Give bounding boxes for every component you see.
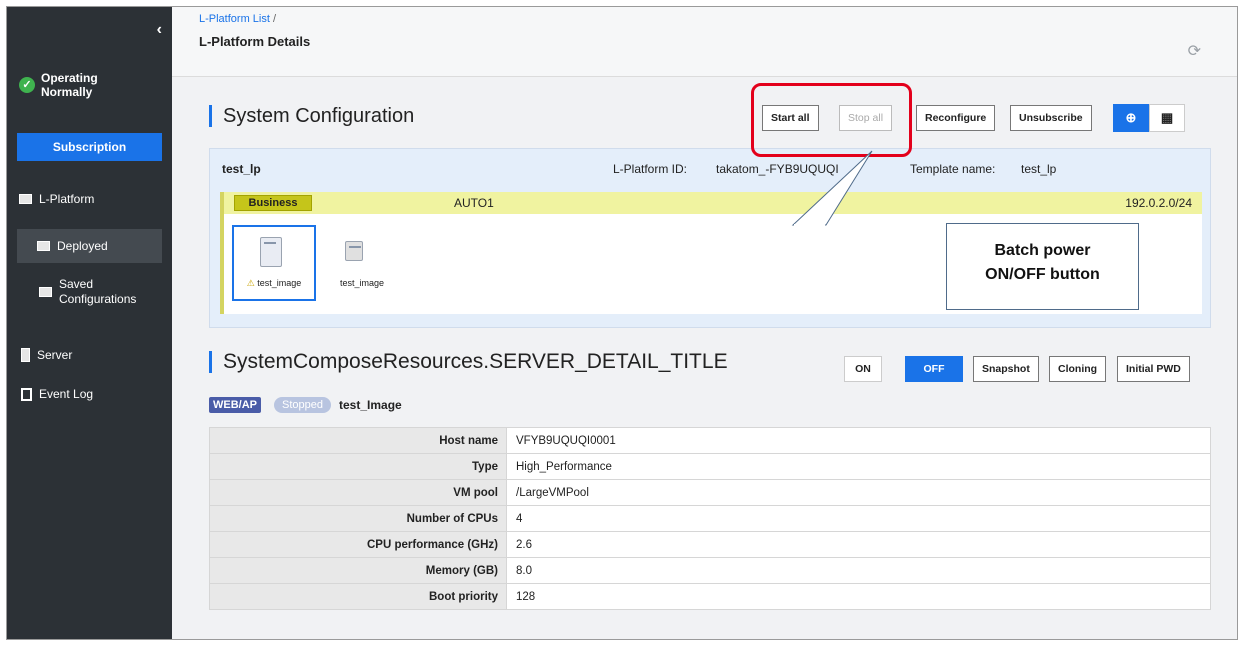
- table-view-icon[interactable]: ▦: [1149, 104, 1185, 132]
- check-icon: ✓: [19, 77, 35, 93]
- cloning-button[interactable]: Cloning: [1049, 356, 1107, 382]
- sidebar-item-lplatform[interactable]: L-Platform: [19, 192, 94, 206]
- callout-line-1: Batch power: [994, 242, 1091, 259]
- row-key: Number of CPUs: [209, 505, 507, 532]
- table-row: Host name VFYB9UQUQI0001: [209, 427, 1211, 454]
- stop-all-button[interactable]: Stop all: [839, 105, 893, 131]
- server-icon: [260, 237, 282, 267]
- snapshot-button[interactable]: Snapshot: [973, 356, 1039, 382]
- callout-annotation: Batch power ON/OFF button: [946, 223, 1139, 310]
- refresh-icon[interactable]: ⟳: [1188, 41, 1201, 61]
- table-row: Type High_Performance: [209, 453, 1211, 480]
- row-key: Type: [209, 453, 507, 480]
- app-frame: ‹ ✓ Operating Normally Subscription L-Pl…: [6, 6, 1238, 640]
- row-key: Host name: [209, 427, 507, 454]
- role-badge: WEB/AP: [209, 397, 261, 413]
- power-on-button[interactable]: ON: [844, 356, 882, 382]
- collapse-sidebar-icon[interactable]: ‹: [157, 21, 162, 39]
- row-key: Memory (GB): [209, 557, 507, 584]
- row-key: VM pool: [209, 479, 507, 506]
- initial-pwd-button[interactable]: Initial PWD: [1117, 356, 1190, 382]
- segment-network: 192.0.2.0/24: [1125, 196, 1192, 210]
- deployed-icon: [37, 241, 50, 251]
- callout-line-2: ON/OFF button: [985, 266, 1100, 283]
- row-value: 128: [506, 583, 1211, 610]
- server-icon: [21, 348, 30, 362]
- power-off-button[interactable]: OFF: [905, 356, 963, 382]
- row-value: 4: [506, 505, 1211, 532]
- system-configuration-title: System Configuration: [209, 105, 414, 127]
- subscription-button[interactable]: Subscription: [17, 133, 162, 161]
- unsubscribe-button[interactable]: Unsubscribe: [1010, 105, 1092, 131]
- main-content: L-Platform List / L-Platform Details ⟳ S…: [172, 7, 1237, 639]
- table-row: Number of CPUs 4: [209, 505, 1211, 532]
- table-row: CPU performance (GHz) 2.6: [209, 531, 1211, 558]
- lplatform-name: test_lp: [222, 162, 261, 176]
- operating-status: ✓ Operating Normally: [19, 71, 111, 99]
- lplatform-id: takatom_-FYB9UQUQI: [716, 162, 839, 176]
- segment-name: AUTO1: [454, 196, 494, 210]
- status-badge: Stopped: [274, 397, 331, 413]
- template-name: test_lp: [1021, 162, 1057, 176]
- sidebar-item-event-log[interactable]: Event Log: [21, 387, 93, 401]
- segment-bar: Business AUTO1 192.0.2.0/24: [224, 192, 1202, 214]
- table-row: Boot priority 128: [209, 583, 1211, 610]
- lplatform-icon: [19, 194, 32, 204]
- segment-type-badge: Business: [234, 195, 312, 211]
- server-tile[interactable]: test_image: [320, 225, 404, 301]
- server-tile-label: test_image: [339, 278, 385, 288]
- row-key: CPU performance (GHz): [209, 531, 507, 558]
- diagram-view-icon[interactable]: ⊕: [1113, 104, 1149, 132]
- sidebar-item-server[interactable]: Server: [21, 348, 72, 362]
- server-icon: [345, 241, 363, 261]
- row-value: /LargeVMPool: [506, 479, 1211, 506]
- start-all-button[interactable]: Start all: [762, 105, 819, 131]
- sidebar-item-label: Event Log: [39, 387, 94, 401]
- sidebar-item-label: Server: [37, 348, 73, 362]
- saved-icon: [39, 287, 52, 297]
- row-value: High_Performance: [506, 453, 1211, 480]
- table-row: Memory (GB) 8.0: [209, 557, 1211, 584]
- table-row: VM pool/LargeVMPool: [209, 479, 1211, 506]
- sidebar-item-label: Saved Configurations: [59, 277, 137, 306]
- reconfigure-button[interactable]: Reconfigure: [916, 105, 996, 131]
- template-name-label: Template name:: [910, 162, 996, 176]
- sidebar-item-label: L-Platform: [39, 192, 95, 206]
- server-tile[interactable]: ⚠ test_image: [232, 225, 316, 301]
- row-value: 8.0: [506, 557, 1211, 584]
- server-tile-label: ⚠ test_image: [246, 278, 302, 288]
- status-text: Operating Normally: [41, 71, 98, 99]
- row-value: VFYB9UQUQI0001: [506, 427, 1211, 454]
- row-key: Boot priority: [209, 583, 507, 610]
- breadcrumb: L-Platform List /: [199, 13, 276, 25]
- sidebar: ‹ ✓ Operating Normally Subscription L-Pl…: [7, 7, 172, 639]
- row-value: 2.6: [506, 531, 1211, 558]
- warning-icon: ⚠: [246, 278, 255, 288]
- top-bar: L-Platform List / L-Platform Details ⟳: [172, 7, 1237, 77]
- sidebar-item-deployed[interactable]: Deployed: [17, 229, 162, 263]
- sidebar-item-saved-configurations[interactable]: Saved Configurations: [19, 277, 149, 307]
- event-log-icon: [21, 387, 32, 401]
- server-name: test_Image: [339, 398, 402, 412]
- sidebar-item-label: Deployed: [57, 239, 108, 253]
- breadcrumb-separator: /: [272, 13, 277, 25]
- server-detail-title: SystemComposeResources.SERVER_DETAIL_TIT…: [209, 351, 728, 373]
- lplatform-id-label: L-Platform ID:: [613, 162, 688, 176]
- breadcrumb-link-lplatform-list[interactable]: L-Platform List: [199, 13, 270, 25]
- server-detail-table: Host name VFYB9UQUQI0001 Type High_Performa…: [209, 427, 1211, 610]
- page-title: L-Platform Details: [199, 34, 311, 49]
